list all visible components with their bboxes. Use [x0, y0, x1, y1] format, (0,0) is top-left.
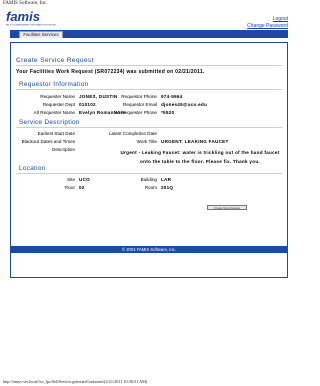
page-title: Create Service Request: [16, 57, 94, 64]
logout-link[interactable]: Logout: [273, 16, 288, 22]
footer-copyright: © 2004 FAMIS Software, Inc.: [10, 246, 288, 253]
description-value: Urgent - Leaking Faucet: water is trickl…: [120, 150, 280, 164]
famis-logo[interactable]: famis FACILITY MANAGEMENT INFORMATION SY…: [6, 10, 64, 27]
nav-bar: Facilities Services: [10, 30, 288, 38]
requestor-email-value: djones45@uco.edu: [161, 102, 208, 107]
floor-label: Floor: [64, 185, 75, 190]
site-label: Site: [67, 177, 75, 182]
requestor-divider: [16, 89, 282, 90]
window-title: FAMIS Software, Inc.: [3, 1, 48, 6]
location-section-heading: Location: [19, 165, 46, 172]
requester-dept-value: 010102: [79, 102, 96, 107]
requester-name-label: Requester Name: [40, 94, 75, 99]
building-label: Building: [140, 177, 157, 182]
change-password-link[interactable]: Change Password: [247, 23, 288, 29]
requestor-email-label: Requestor Email: [123, 102, 157, 107]
requestor-phone-value: 974-5564: [161, 94, 183, 99]
site-value: UCO: [79, 177, 90, 182]
create-new-request-button[interactable]: Create New Request: [207, 205, 247, 210]
requester-dept-label: Requester Dept: [42, 102, 75, 107]
latest-completion-label: Latest Completion Date: [108, 131, 157, 136]
logo-subtext: FACILITY MANAGEMENT INFORMATION SYSTEMS: [6, 24, 56, 27]
submission-confirmation: Your Facilities Work Request (SR072234) …: [16, 69, 205, 75]
status-bar-url: http://emys-srv.local/fsv_fps/SelfServic…: [3, 379, 148, 384]
work-title-value: URGENT: LEAKING FAUCET: [161, 139, 229, 144]
requester-name-value: JONES, DUSTIN: [79, 94, 118, 99]
requestor-section-heading: Requestor Information: [19, 81, 89, 88]
work-title-label: Work Title: [136, 139, 157, 144]
service-section-heading: Service Description: [19, 119, 80, 126]
location-divider: [16, 173, 282, 174]
earliest-start-label: Earliest Start Date: [37, 131, 75, 136]
description-label: Description: [52, 147, 75, 152]
floor-value: 02: [79, 185, 85, 190]
title-divider: [16, 65, 282, 66]
alt-requester-name-label: Alt Requester Name: [33, 110, 75, 115]
logo-wordmark: famis: [6, 10, 40, 24]
blackout-dates-label: Blackout Dates and Times: [21, 139, 75, 144]
alt-requester-phone-value: *5520: [161, 110, 175, 115]
building-value: LAR: [161, 177, 172, 182]
service-divider: [16, 127, 282, 128]
room-label: Room: [144, 185, 157, 190]
requestor-phone-label: Requestor Phone: [121, 94, 157, 99]
service-request-panel: Create Service Request Your Facilities W…: [10, 42, 288, 278]
alt-requester-phone-label: Alt Requester Phone: [114, 110, 157, 115]
room-value: 201Q: [161, 185, 174, 190]
tab-facilities-services[interactable]: Facilities Services: [19, 31, 63, 38]
